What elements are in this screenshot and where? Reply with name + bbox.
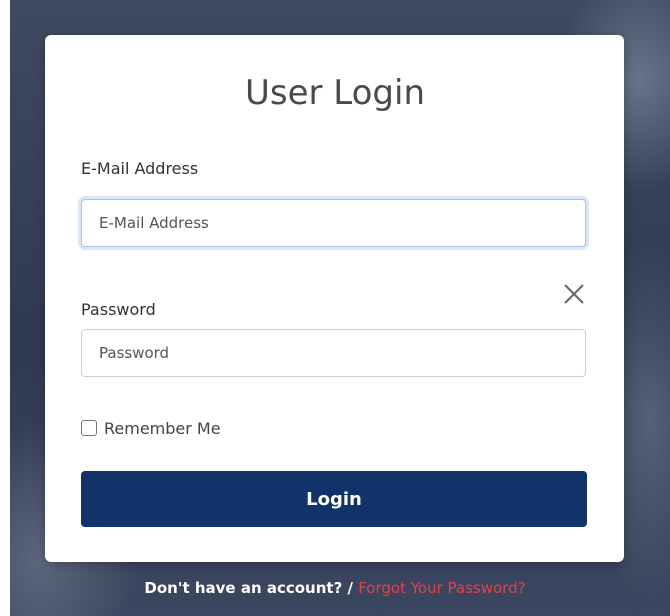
password-label: Password [81, 300, 156, 319]
page-title: User Login [244, 73, 426, 113]
email-label: E-Mail Address [81, 159, 199, 178]
login-button[interactable]: Login [81, 471, 587, 527]
forgot-password-link[interactable]: Forgot Your Password? [358, 579, 525, 597]
footer: Don't have an account? / Forgot Your Pas… [0, 577, 670, 599]
remember-me-checkbox[interactable] [81, 420, 97, 436]
password-field[interactable] [81, 329, 586, 377]
remember-me-label[interactable]: Remember Me [104, 419, 221, 438]
close-icon[interactable] [562, 282, 586, 306]
remember-me-row[interactable]: Remember Me [81, 417, 221, 439]
signup-prompt: Don't have an account? / [144, 579, 353, 597]
email-field[interactable] [81, 199, 586, 247]
